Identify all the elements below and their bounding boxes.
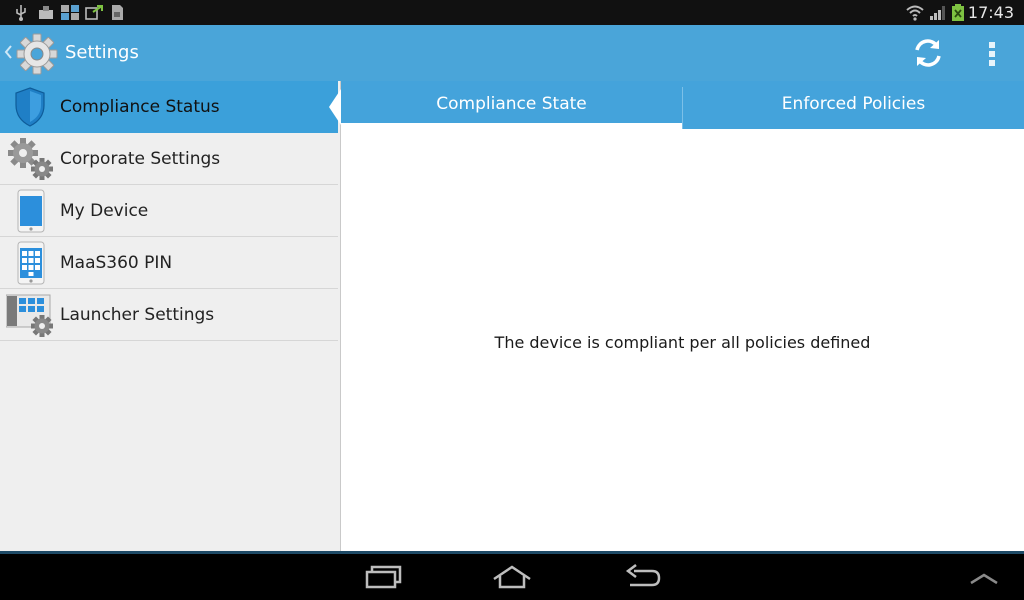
back-icon[interactable] [624,563,662,591]
signal-icon [930,6,945,20]
navigation-bar [0,554,1024,600]
sidebar-item-maas360-pin[interactable]: MaaS360 PIN [0,237,338,289]
sidebar-item-launcher-settings[interactable]: Launcher Settings [0,289,338,341]
expand-up-icon[interactable] [968,563,1000,591]
sidebar-item-label: Compliance Status [60,97,220,117]
sidebar-item-label: MaaS360 PIN [60,253,173,273]
overflow-menu-icon[interactable] [985,39,999,69]
tab-enforced-policies[interactable]: Enforced Policies [683,81,1024,129]
sidebar-item-my-device[interactable]: My Device [0,185,338,237]
sidebar-item-label: My Device [60,201,149,221]
phone-icon [17,189,45,233]
sidebar-item-label: Corporate Settings [60,149,221,169]
action-bar: Settings [0,25,1024,81]
recent-apps-icon[interactable] [364,563,402,591]
tab-label: Enforced Policies [781,94,926,114]
keypad-phone-icon [17,241,45,285]
launcher-gear-icon [6,294,53,337]
usb-icon [16,5,26,21]
download-icon [39,6,53,19]
tab-compliance-state[interactable]: Compliance State [341,81,682,129]
app-title: Settings [65,42,139,63]
compliance-message: The device is compliant per all policies… [494,333,871,352]
screenshot-icon [61,5,79,20]
sidebar-item-corporate-settings[interactable]: Corporate Settings [0,133,338,185]
battery-icon [952,4,964,21]
sidebar-item-label: Launcher Settings [60,305,215,325]
refresh-icon[interactable] [910,35,946,71]
sim-icon [112,5,123,20]
wifi-icon [906,5,924,21]
back-chevron-icon[interactable] [3,42,13,62]
status-bar: 17:43 [0,0,1024,25]
tab-bar: Compliance State Enforced Policies [341,81,1024,129]
active-indicator [329,89,341,125]
sidebar: Compliance Status Corporate Settings My … [0,81,341,552]
gears-icon [8,138,53,180]
sidebar-item-compliance-status[interactable]: Compliance Status [0,81,341,133]
content-panel: The device is compliant per all policies… [341,129,1024,552]
tab-label: Compliance State [436,94,587,114]
clock: 17:43 [967,3,1014,22]
update-icon [85,5,103,20]
shield-icon [15,87,45,127]
home-icon[interactable] [491,563,533,591]
gear-icon[interactable] [15,32,59,76]
